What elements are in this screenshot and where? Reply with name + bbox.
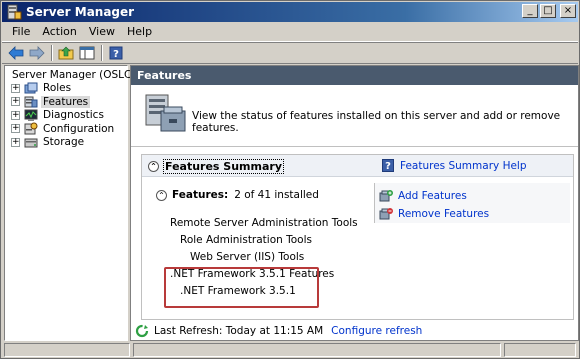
details-pane: Features View the status of features ins…: [130, 65, 579, 341]
remove-features-label: Remove Features: [398, 207, 490, 220]
expand-toggle[interactable]: +: [11, 97, 20, 107]
remove-features-icon: [379, 208, 393, 220]
status-bar: [2, 342, 578, 358]
help-icon: ?: [109, 46, 123, 60]
show-hide-tree-button[interactable]: [77, 44, 97, 62]
features-status-line: ⌃ Features: 2 of 41 installed: [156, 189, 319, 201]
expand-toggle[interactable]: +: [11, 110, 20, 120]
pane-header: Features: [131, 66, 578, 85]
tree-item-roles[interactable]: + Roles: [5, 82, 127, 96]
server-manager-window: Server Manager _ □ × File Action View He…: [0, 0, 580, 359]
add-features-link[interactable]: Add Features: [379, 189, 467, 202]
toolbar: ?: [2, 42, 578, 64]
forward-arrow-icon: [29, 46, 45, 60]
storage-icon: [24, 138, 38, 148]
forward-button[interactable]: [27, 44, 47, 62]
maximize-button[interactable]: □: [540, 4, 556, 18]
remove-features-link[interactable]: Remove Features: [379, 207, 489, 220]
features-summary-help-link[interactable]: ? Features Summary Help: [382, 159, 527, 172]
summary-title-toggle[interactable]: ⌃ Features Summary: [148, 159, 284, 174]
window-title: Server Manager: [26, 5, 135, 19]
tree-item-storage[interactable]: + Storage: [5, 136, 127, 150]
title-bar[interactable]: Server Manager _ □ ×: [2, 2, 578, 22]
intro-section: View the status of features installed on…: [131, 85, 578, 147]
close-button[interactable]: ×: [560, 4, 576, 18]
window-controls: _ □ ×: [522, 4, 576, 18]
tree-label: Storage: [43, 136, 85, 149]
server-manager-app-icon: [7, 4, 22, 20]
navigation-tree: Server Manager (OSLC) + Roles + Features…: [4, 65, 135, 341]
help-button[interactable]: ?: [106, 44, 126, 62]
toolbar-separator: [51, 45, 53, 61]
add-features-label: Add Features: [398, 189, 467, 202]
last-refresh-text: Last Refresh: Today at 11:15 AM: [154, 325, 324, 337]
svg-text:?: ?: [113, 49, 119, 60]
minimize-button[interactable]: _: [522, 4, 538, 18]
expand-toggle[interactable]: +: [11, 83, 20, 93]
menu-help[interactable]: Help: [121, 25, 158, 38]
features-icon: [24, 96, 38, 108]
summary-title: Features Summary: [163, 159, 284, 174]
refresh-icon[interactable]: [135, 324, 149, 338]
features-large-icon: [145, 94, 186, 132]
toolbar-separator: [101, 45, 103, 61]
tree-item-features[interactable]: + Features: [5, 95, 127, 109]
menu-bar: File Action View Help: [2, 22, 578, 42]
collapse-up-icon[interactable]: ⌃: [156, 189, 167, 201]
show-hide-tree-icon: [79, 46, 95, 60]
installed-feature-item: Remote Server Administration Tools: [170, 217, 358, 229]
tree-item-configuration[interactable]: + Configuration: [5, 122, 127, 136]
tree-label: Server Manager (OSLC): [12, 68, 136, 81]
tree-label: Configuration: [43, 122, 115, 135]
menu-action[interactable]: Action: [36, 25, 82, 38]
features-summary-panel: ⌃ Features Summary ? Features Summary He…: [141, 154, 574, 320]
installed-feature-item: Web Server (IIS) Tools: [190, 251, 305, 263]
installed-feature-item: Role Administration Tools: [180, 234, 312, 246]
expand-toggle[interactable]: +: [11, 124, 20, 134]
status-cell: [4, 343, 130, 357]
tree-item-server-manager[interactable]: Server Manager (OSLC): [5, 68, 135, 82]
features-count: 2 of 41 installed: [234, 189, 319, 201]
up-one-level-button[interactable]: [56, 44, 76, 62]
tree-label: Features: [41, 95, 91, 108]
summary-header: ⌃ Features Summary ? Features Summary He…: [142, 155, 573, 177]
configuration-icon: [24, 122, 38, 135]
up-folder-icon: [58, 46, 74, 60]
help-link-label: Features Summary Help: [400, 159, 527, 172]
status-cell: [504, 343, 576, 357]
back-arrow-icon: [8, 46, 24, 60]
collapse-up-icon[interactable]: ⌃: [148, 161, 159, 172]
status-cell: [132, 343, 502, 357]
diagnostics-icon: [24, 109, 38, 121]
tree-label: Roles: [43, 82, 72, 95]
add-features-icon: [379, 190, 393, 202]
actions-panel: Add Features Remove Features: [374, 183, 570, 223]
pane-description: View the status of features installed on…: [192, 110, 561, 134]
refresh-bar: Last Refresh: Today at 11:15 AM Configur…: [135, 324, 422, 338]
help-book-icon: ?: [382, 159, 394, 172]
tree-item-diagnostics[interactable]: + Diagnostics: [5, 109, 127, 123]
tree-label: Diagnostics: [43, 109, 104, 122]
highlight-box: [164, 267, 319, 308]
configure-refresh-link[interactable]: Configure refresh: [331, 325, 422, 337]
expand-toggle[interactable]: +: [11, 137, 20, 147]
back-button[interactable]: [6, 44, 26, 62]
menu-file[interactable]: File: [6, 25, 36, 38]
menu-view[interactable]: View: [83, 25, 121, 38]
roles-icon: [24, 82, 38, 94]
features-label: Features:: [172, 189, 229, 201]
